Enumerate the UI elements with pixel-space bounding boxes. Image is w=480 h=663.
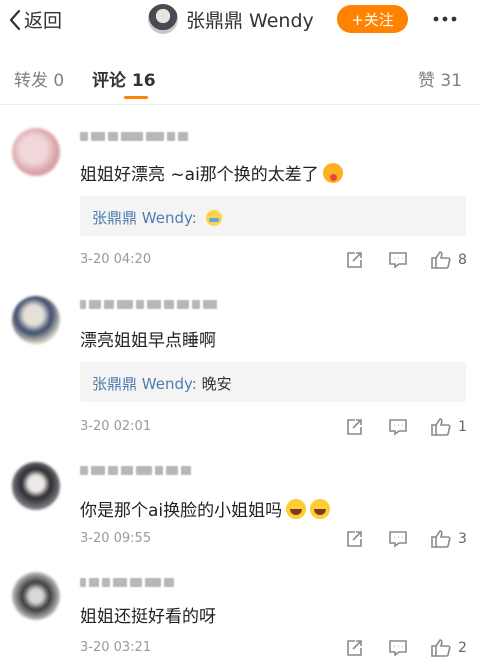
comment-button[interactable] [388,417,408,437]
blurred-username[interactable] [80,576,174,588]
comment-text: 漂亮姐姐早点睡啊 [80,331,216,351]
back-button[interactable]: 返回 [8,6,62,33]
tab-likes[interactable]: 赞 31 [418,66,462,91]
comment-icon [389,640,407,657]
like-icon [431,530,451,548]
comment-button[interactable] [388,250,408,270]
author-reply[interactable]: 张鼎鼎 Wendy: [80,196,466,236]
share-button[interactable] [344,638,364,658]
comment-icon [389,252,407,269]
share-icon [347,419,362,435]
blurred-username[interactable] [80,298,217,310]
divider [0,104,480,105]
like-count: 3 [458,531,467,547]
comment-button[interactable] [388,638,408,658]
laughing-emoji-icon [286,499,307,519]
like-button[interactable]: 1 [430,417,467,437]
reply-author[interactable]: 张鼎鼎 Wendy: [92,375,197,393]
blurred-username[interactable] [80,130,188,142]
like-count: 1 [458,419,467,435]
comment-time: 3-20 02:01 [80,419,152,434]
avatar[interactable] [12,296,60,344]
more-dots-icon[interactable] [432,9,458,29]
page-title: 张鼎鼎 Wendy [186,9,314,32]
active-tab-indicator [124,96,148,99]
tab-reposts[interactable]: 转发 0 [14,66,64,91]
share-button[interactable] [344,529,364,549]
share-icon [347,640,362,656]
avatar[interactable] [148,4,178,34]
like-count: 2 [458,640,467,656]
author-reply[interactable]: 张鼎鼎 Wendy: 晚安 [80,362,466,402]
like-icon [431,418,451,436]
share-button[interactable] [344,250,364,270]
profile-title[interactable]: 张鼎鼎 Wendy [148,4,314,34]
laughing-emoji-icon [310,499,331,519]
comment-text: 姐姐好漂亮 ~ai那个换的太差了 [80,160,343,185]
like-button[interactable]: 3 [430,529,467,549]
comment-icon [389,419,407,436]
top-bar: 返回 张鼎鼎 Wendy +关注 [0,0,480,40]
share-button[interactable] [344,417,364,437]
share-icon [347,531,362,547]
reply-author[interactable]: 张鼎鼎 Wendy: [92,209,197,227]
comment-time: 3-20 09:55 [80,531,152,546]
like-button[interactable]: 2 [430,638,467,658]
comment-icon [389,531,407,548]
blurred-username[interactable] [80,464,191,476]
comment-meta: 3-20 09:55 3 [80,529,472,549]
crying-emoji-icon [205,210,222,226]
comment-meta: 3-20 03:21 2 [80,638,472,658]
share-icon [347,252,362,268]
comment-meta: 3-20 02:01 1 [80,417,472,437]
comment-time: 3-20 04:20 [80,252,152,267]
tab-comments[interactable]: 评论 16 [92,66,156,91]
tab-bar: 转发 0 评论 16 赞 31 [0,58,480,104]
avatar[interactable] [12,128,60,176]
like-icon [431,251,451,269]
tongue-emoji-icon [322,163,343,183]
like-count: 8 [458,252,467,268]
avatar[interactable] [12,572,60,620]
comment-button[interactable] [388,529,408,549]
back-label: 返回 [24,10,63,32]
reply-text: 晚安 [201,375,232,393]
comment-text: 你是那个ai换脸的小姐姐吗 [80,496,331,521]
follow-button[interactable]: +关注 [337,5,408,33]
like-button[interactable]: 8 [430,250,467,270]
comment-text: 姐姐还挺好看的呀 [80,607,216,627]
comment-time: 3-20 03:21 [80,640,152,655]
like-icon [431,639,451,657]
comment-meta: 3-20 04:20 8 [80,250,472,270]
avatar[interactable] [12,462,60,510]
back-chevron-icon [9,9,21,30]
